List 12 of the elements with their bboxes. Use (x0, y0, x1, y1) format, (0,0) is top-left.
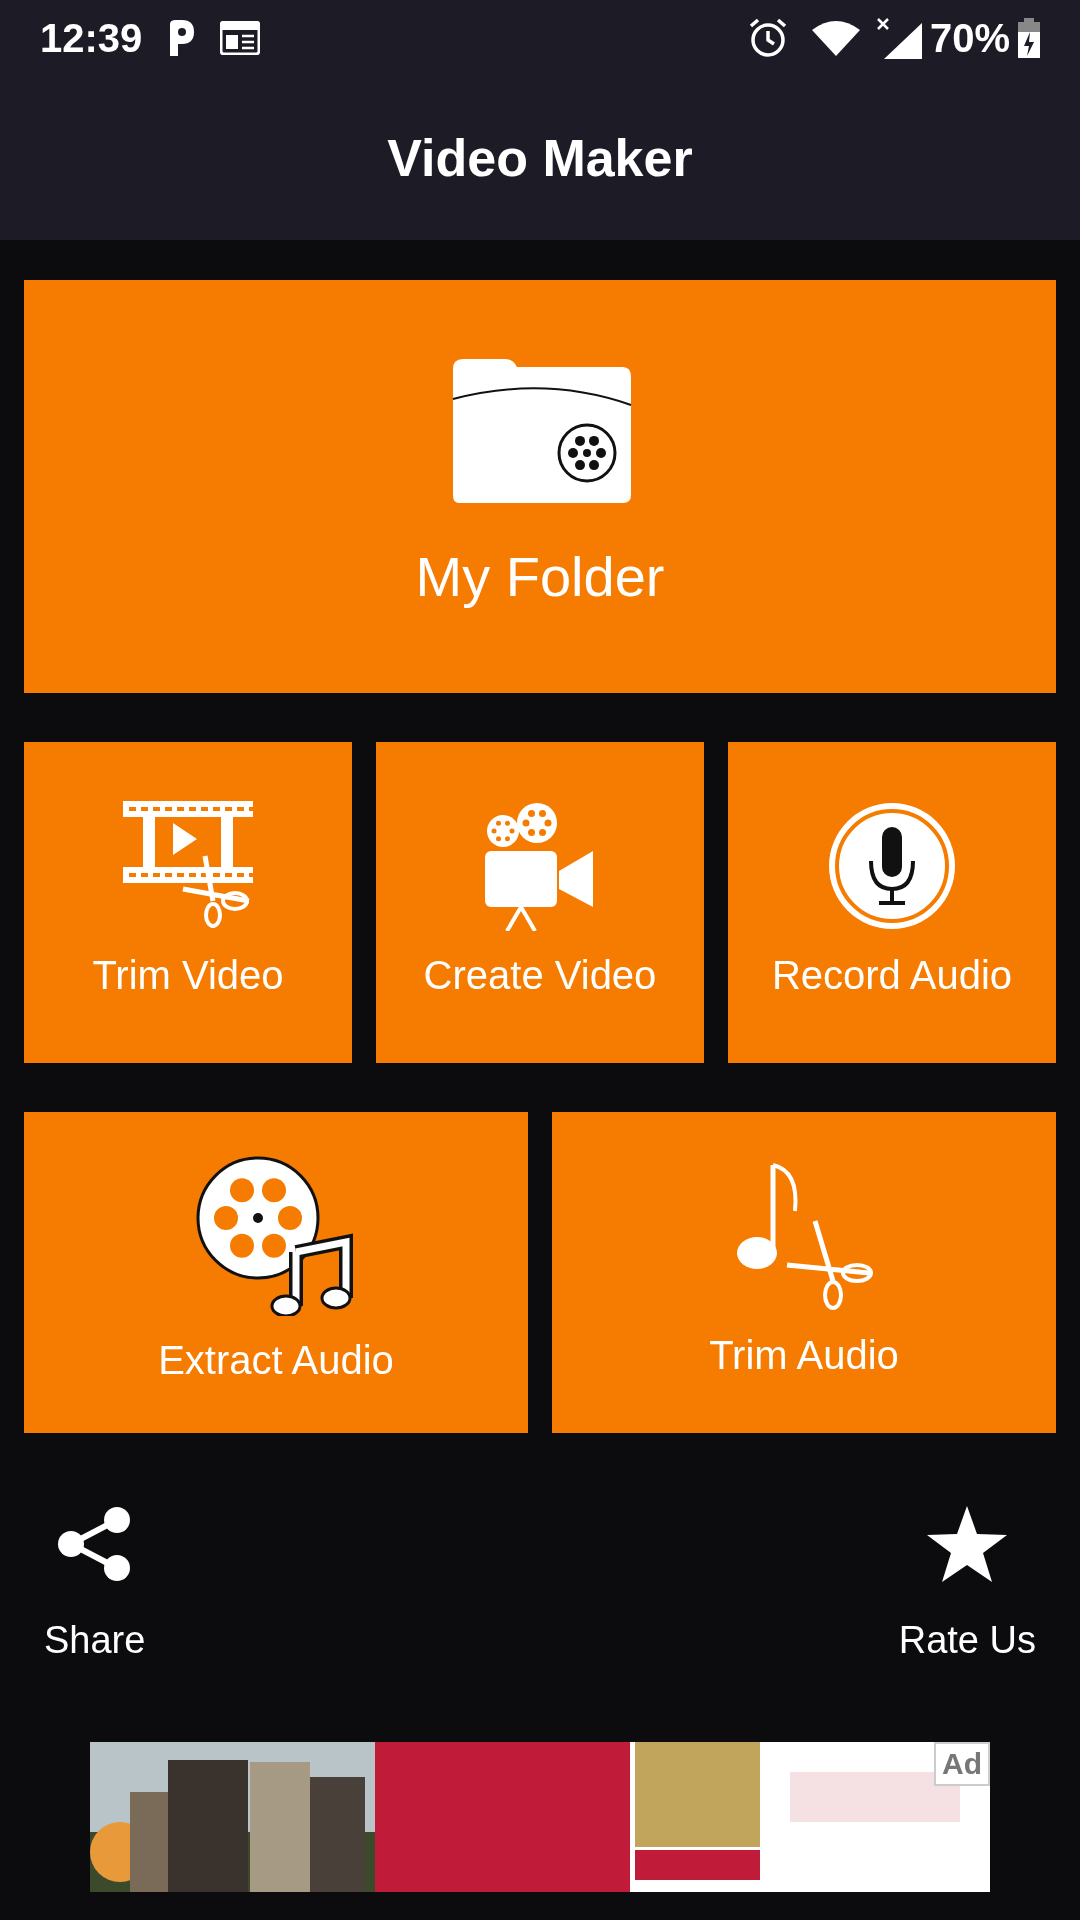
tile-button[interactable]: Trim Audio (552, 1112, 1056, 1433)
tile-button[interactable]: Extract Audio (24, 1112, 528, 1433)
share-button[interactable]: Share (44, 1505, 146, 1669)
rate-button[interactable]: Rate Us (898, 1505, 1036, 1669)
tile-button[interactable]: Record Audio (728, 742, 1056, 1063)
status-time: 12:39 (40, 14, 143, 62)
tile-button[interactable]: Create Video (376, 742, 704, 1063)
tile-button[interactable]: My Folder (24, 280, 1056, 693)
ad-badge[interactable]: Ad (934, 1742, 990, 1786)
tile-button[interactable]: Trim Video (24, 742, 352, 1063)
battery-percent: 70% (929, 14, 1010, 62)
app-title: Video Maker (387, 127, 693, 189)
